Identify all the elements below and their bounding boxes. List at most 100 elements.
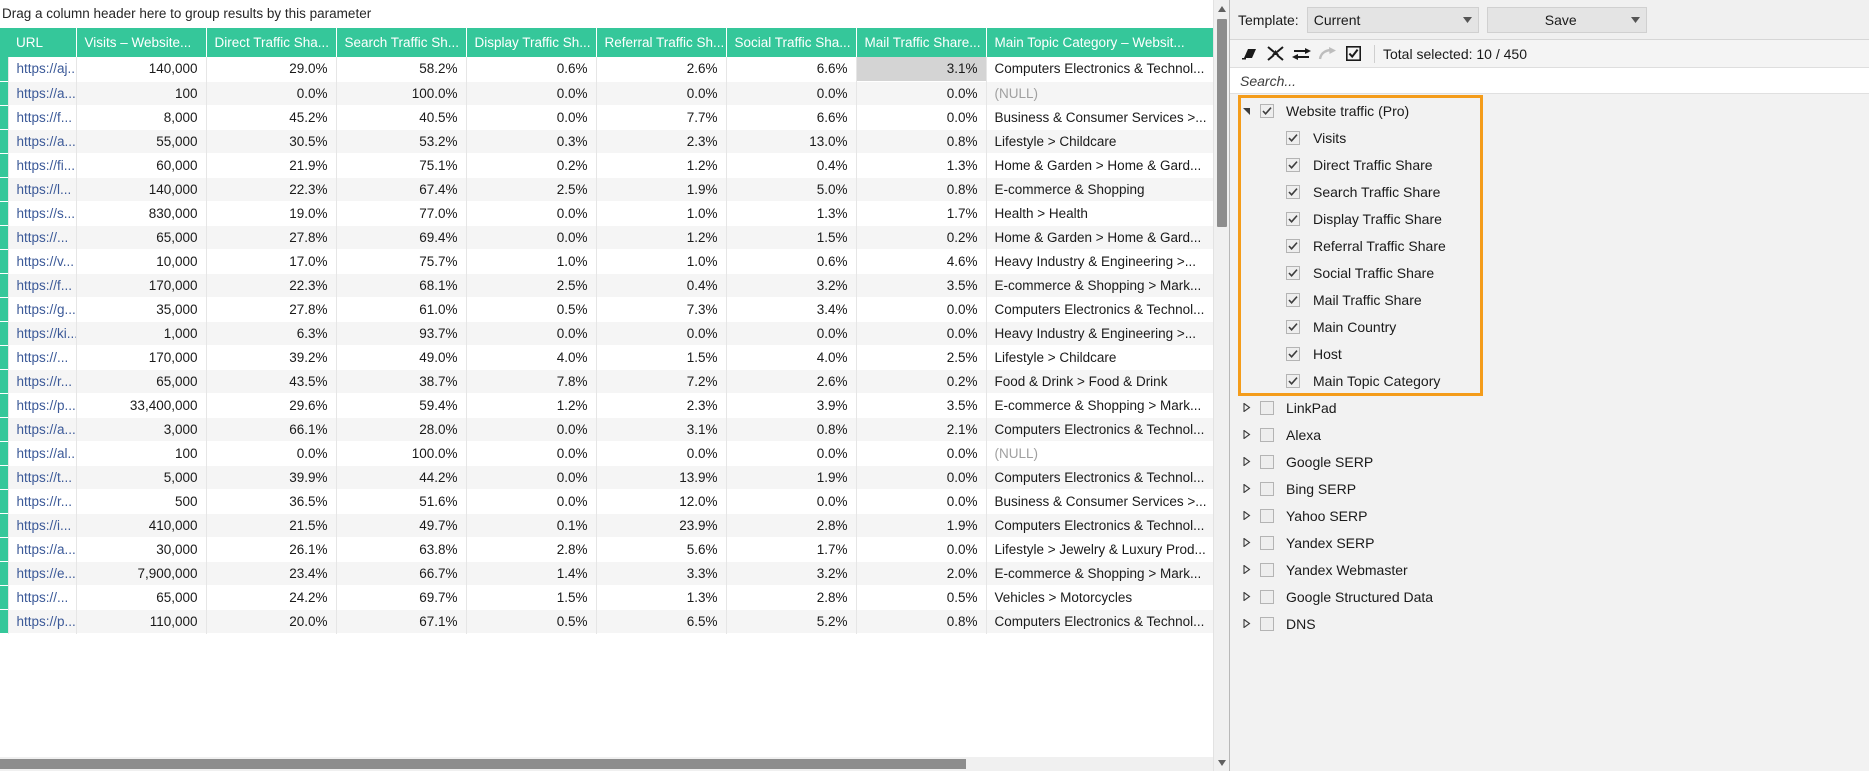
- tree-item-main-country[interactable]: Main Country: [1230, 313, 1869, 340]
- tree-item-linkpad[interactable]: LinkPad: [1230, 394, 1869, 421]
- tree-item-social-traffic-share[interactable]: Social Traffic Share: [1230, 259, 1869, 286]
- cell-visits[interactable]: 8,000: [76, 105, 207, 129]
- cell-social-traffic-share[interactable]: 2.6%: [726, 369, 857, 393]
- cell-social-traffic-share[interactable]: 13.0%: [726, 129, 857, 153]
- column-header-direct-traffic-share[interactable]: Direct Traffic Sha...: [206, 28, 337, 57]
- row-indicator[interactable]: [0, 561, 9, 585]
- cell-search-traffic-share[interactable]: 63.8%: [336, 537, 467, 561]
- cell-visits[interactable]: 65,000: [76, 585, 207, 609]
- table-row[interactable]: https://... 65,000 27.8% 69.4% 0.0% 1.2% 1.5% 0…: [0, 225, 1214, 249]
- cell-mail-traffic-share[interactable]: 3.5%: [856, 273, 987, 297]
- cell-mail-traffic-share[interactable]: 0.0%: [856, 321, 987, 345]
- cell-referral-traffic-share[interactable]: 5.6%: [596, 537, 727, 561]
- column-header-mail-traffic-share[interactable]: Mail Traffic Share...: [856, 28, 987, 57]
- cell-referral-traffic-share[interactable]: 13.9%: [596, 465, 727, 489]
- cell-search-traffic-share[interactable]: 49.0%: [336, 345, 467, 369]
- cell-visits[interactable]: 65,000: [76, 369, 207, 393]
- cell-visits[interactable]: 1,000: [76, 321, 207, 345]
- cell-mail-traffic-share[interactable]: 0.0%: [856, 441, 987, 465]
- cell-referral-traffic-share[interactable]: 1.2%: [596, 225, 727, 249]
- tree-item-checkbox[interactable]: [1286, 319, 1300, 334]
- cell-url[interactable]: https://p...: [8, 609, 77, 633]
- cell-direct-traffic-share[interactable]: 45.2%: [206, 105, 337, 129]
- cell-referral-traffic-share[interactable]: 0.0%: [596, 441, 727, 465]
- cell-visits[interactable]: 100: [76, 81, 207, 105]
- cell-social-traffic-share[interactable]: 0.0%: [726, 321, 857, 345]
- column-header-search-traffic-share[interactable]: Search Traffic Sh...: [336, 28, 467, 57]
- grid-horizontal-scrollbar[interactable]: [0, 757, 1213, 771]
- cell-mail-traffic-share[interactable]: 1.7%: [856, 201, 987, 225]
- cell-main-topic-category[interactable]: (NULL): [986, 441, 1214, 465]
- cell-visits[interactable]: 140,000: [76, 177, 207, 201]
- cell-search-traffic-share[interactable]: 69.7%: [336, 585, 467, 609]
- cell-social-traffic-share[interactable]: 1.7%: [726, 537, 857, 561]
- cell-referral-traffic-share[interactable]: 6.5%: [596, 609, 727, 633]
- cell-display-traffic-share[interactable]: 0.3%: [466, 129, 597, 153]
- cell-url[interactable]: https://f...: [8, 273, 77, 297]
- row-indicator[interactable]: [0, 537, 9, 561]
- table-row[interactable]: https://ki... 1,000 6.3% 93.7% 0.0% 0.0% 0.0% 0…: [0, 321, 1214, 345]
- tree-item-checkbox[interactable]: [1286, 292, 1300, 307]
- cell-social-traffic-share[interactable]: 0.6%: [726, 249, 857, 273]
- cell-url[interactable]: https://...: [8, 225, 77, 249]
- cell-direct-traffic-share[interactable]: 66.1%: [206, 417, 337, 441]
- cell-social-traffic-share[interactable]: 1.3%: [726, 201, 857, 225]
- cell-search-traffic-share[interactable]: 67.1%: [336, 609, 467, 633]
- column-header-referral-traffic-share[interactable]: Referral Traffic Sh...: [596, 28, 727, 57]
- cell-search-traffic-share[interactable]: 93.7%: [336, 321, 467, 345]
- tree-item-checkbox[interactable]: [1260, 535, 1274, 550]
- tree-item-main-topic-category[interactable]: Main Topic Category: [1230, 367, 1869, 394]
- cell-search-traffic-share[interactable]: 69.4%: [336, 225, 467, 249]
- cell-social-traffic-share[interactable]: 5.0%: [726, 177, 857, 201]
- tree-item-dns[interactable]: DNS: [1230, 610, 1869, 637]
- table-row[interactable]: https://aj... 140,000 29.0% 58.2% 0.6% 2.6% 6.…: [0, 57, 1214, 81]
- column-header-url[interactable]: URL: [8, 28, 77, 57]
- cell-mail-traffic-share[interactable]: 0.0%: [856, 81, 987, 105]
- cell-mail-traffic-share[interactable]: 0.2%: [856, 225, 987, 249]
- cell-url[interactable]: https://r...: [8, 489, 77, 513]
- row-indicator[interactable]: [0, 129, 9, 153]
- cell-display-traffic-share[interactable]: 4.0%: [466, 345, 597, 369]
- tree-item-checkbox[interactable]: [1260, 508, 1274, 523]
- cell-display-traffic-share[interactable]: 1.0%: [466, 249, 597, 273]
- cell-search-traffic-share[interactable]: 100.0%: [336, 441, 467, 465]
- cell-search-traffic-share[interactable]: 49.7%: [336, 513, 467, 537]
- table-row[interactable]: https://a... 3,000 66.1% 28.0% 0.0% 3.1% 0.8% 2…: [0, 417, 1214, 441]
- row-indicator[interactable]: [0, 201, 9, 225]
- cell-direct-traffic-share[interactable]: 22.3%: [206, 273, 337, 297]
- row-indicator[interactable]: [0, 441, 9, 465]
- cell-search-traffic-share[interactable]: 68.1%: [336, 273, 467, 297]
- tree-item-checkbox[interactable]: [1286, 130, 1300, 145]
- cell-referral-traffic-share[interactable]: 1.9%: [596, 177, 727, 201]
- cell-direct-traffic-share[interactable]: 6.3%: [206, 321, 337, 345]
- row-indicator[interactable]: [0, 177, 9, 201]
- column-header-visits[interactable]: Visits – Website...: [76, 28, 207, 57]
- cell-main-topic-category[interactable]: Vehicles > Motorcycles: [986, 585, 1214, 609]
- cell-search-traffic-share[interactable]: 28.0%: [336, 417, 467, 441]
- cell-social-traffic-share[interactable]: 2.8%: [726, 513, 857, 537]
- cell-direct-traffic-share[interactable]: 22.3%: [206, 177, 337, 201]
- cell-search-traffic-share[interactable]: 58.2%: [336, 57, 467, 81]
- cell-social-traffic-share[interactable]: 3.2%: [726, 273, 857, 297]
- tree-item-checkbox[interactable]: [1260, 481, 1274, 496]
- cell-display-traffic-share[interactable]: 0.0%: [466, 489, 597, 513]
- cell-visits[interactable]: 3,000: [76, 417, 207, 441]
- cell-referral-traffic-share[interactable]: 3.1%: [596, 417, 727, 441]
- row-indicator[interactable]: [0, 513, 9, 537]
- cell-mail-traffic-share[interactable]: 0.0%: [856, 465, 987, 489]
- cell-display-traffic-share[interactable]: 2.8%: [466, 537, 597, 561]
- cell-display-traffic-share[interactable]: 0.0%: [466, 417, 597, 441]
- cell-display-traffic-share[interactable]: 0.0%: [466, 225, 597, 249]
- table-row[interactable]: https://e... 7,900,000 23.4% 66.7% 1.4% 3.3% 3…: [0, 561, 1214, 585]
- cell-social-traffic-share[interactable]: 0.0%: [726, 441, 857, 465]
- cell-direct-traffic-share[interactable]: 43.5%: [206, 369, 337, 393]
- cell-url[interactable]: https://...: [8, 585, 77, 609]
- cell-main-topic-category[interactable]: Heavy Industry & Engineering >...: [986, 321, 1214, 345]
- cell-url[interactable]: https://t...: [8, 465, 77, 489]
- cell-referral-traffic-share[interactable]: 1.0%: [596, 201, 727, 225]
- expander-expand-icon[interactable]: [1238, 480, 1256, 498]
- tree-item-referral-traffic-share[interactable]: Referral Traffic Share: [1230, 232, 1869, 259]
- cell-mail-traffic-share[interactable]: 1.9%: [856, 513, 987, 537]
- cell-referral-traffic-share[interactable]: 1.2%: [596, 153, 727, 177]
- cell-display-traffic-share[interactable]: 0.0%: [466, 201, 597, 225]
